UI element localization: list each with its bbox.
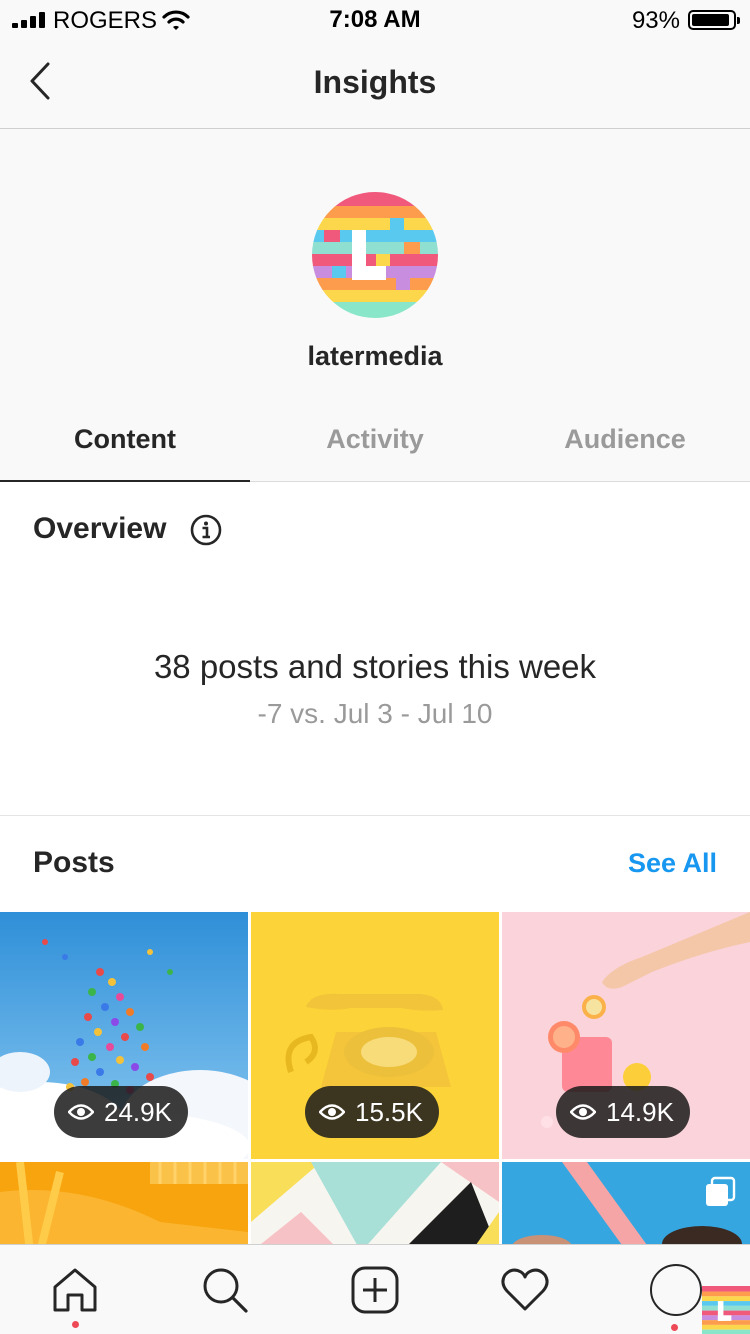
profile-avatar [650,1264,750,1334]
nav-new-post-button[interactable] [300,1245,450,1334]
profile-username: latermedia [307,341,443,371]
eye-icon [319,1104,345,1120]
post-thumbnail-triangles[interactable] [251,1162,499,1244]
eye-icon [68,1104,94,1120]
see-all-link[interactable]: See All [628,848,717,879]
overview-section: Overview 38 posts and stories this week … [0,482,750,816]
posts-section: Posts See All 24.9K 15.5K 14.9K [0,816,750,1244]
post-thumbnail-pool[interactable] [502,1162,750,1244]
views-count: 14.9K [606,1096,674,1127]
eye-icon [570,1104,596,1120]
views-count: 15.5K [355,1096,423,1127]
latermedia-logo-icon [312,192,438,318]
yellow-stairs-photo [0,1162,248,1244]
carousel-icon [706,1176,736,1206]
post-thumbnail-drink[interactable]: 14.9K [502,912,750,1159]
nav-activity-button[interactable] [450,1245,600,1334]
info-circle-icon[interactable] [190,514,222,546]
views-count: 24.9K [104,1096,172,1127]
tab-content[interactable]: Content [0,400,250,482]
views-badge: 14.9K [556,1086,690,1138]
search-icon [203,1268,248,1313]
post-thumbnail-stairs[interactable] [0,1162,248,1244]
notification-dot [671,1324,678,1331]
posts-comparison: -7 vs. Jul 3 - Jul 10 [257,698,493,729]
status-bar: ROGERS 7:08 AM 93% [0,0,750,40]
profile-section: latermedia Content Activity Audience [0,129,750,482]
posts-count-stat: 38 posts and stories this week [153,648,597,685]
overview-heading: Overview [33,512,167,545]
battery-icon [688,10,740,30]
tab-audience[interactable]: Audience [500,400,750,482]
profile-avatar [312,192,438,318]
activity-heart-icon [501,1268,549,1311]
home-icon [53,1268,97,1312]
nav-home-button[interactable] [0,1245,150,1334]
notification-dot [72,1321,79,1328]
views-badge: 24.9K [54,1086,188,1138]
page-title: Insights [313,64,437,100]
post-thumbnail-balloons[interactable]: 24.9K [0,912,248,1159]
bottom-tab-bar [0,1244,750,1334]
new-post-icon [351,1266,399,1314]
tab-activity[interactable]: Activity [250,400,500,482]
posts-heading: Posts [33,846,115,879]
nav-header: Insights [0,40,750,129]
battery-percent: 93% [631,7,680,34]
insights-tabs: Content Activity Audience [0,400,750,482]
colorful-triangles-photo [251,1162,499,1244]
views-badge: 15.5K [305,1086,439,1138]
nav-profile-button[interactable] [600,1245,750,1334]
nav-search-button[interactable] [150,1245,300,1334]
post-thumbnail-phone[interactable]: 15.5K [251,912,499,1159]
